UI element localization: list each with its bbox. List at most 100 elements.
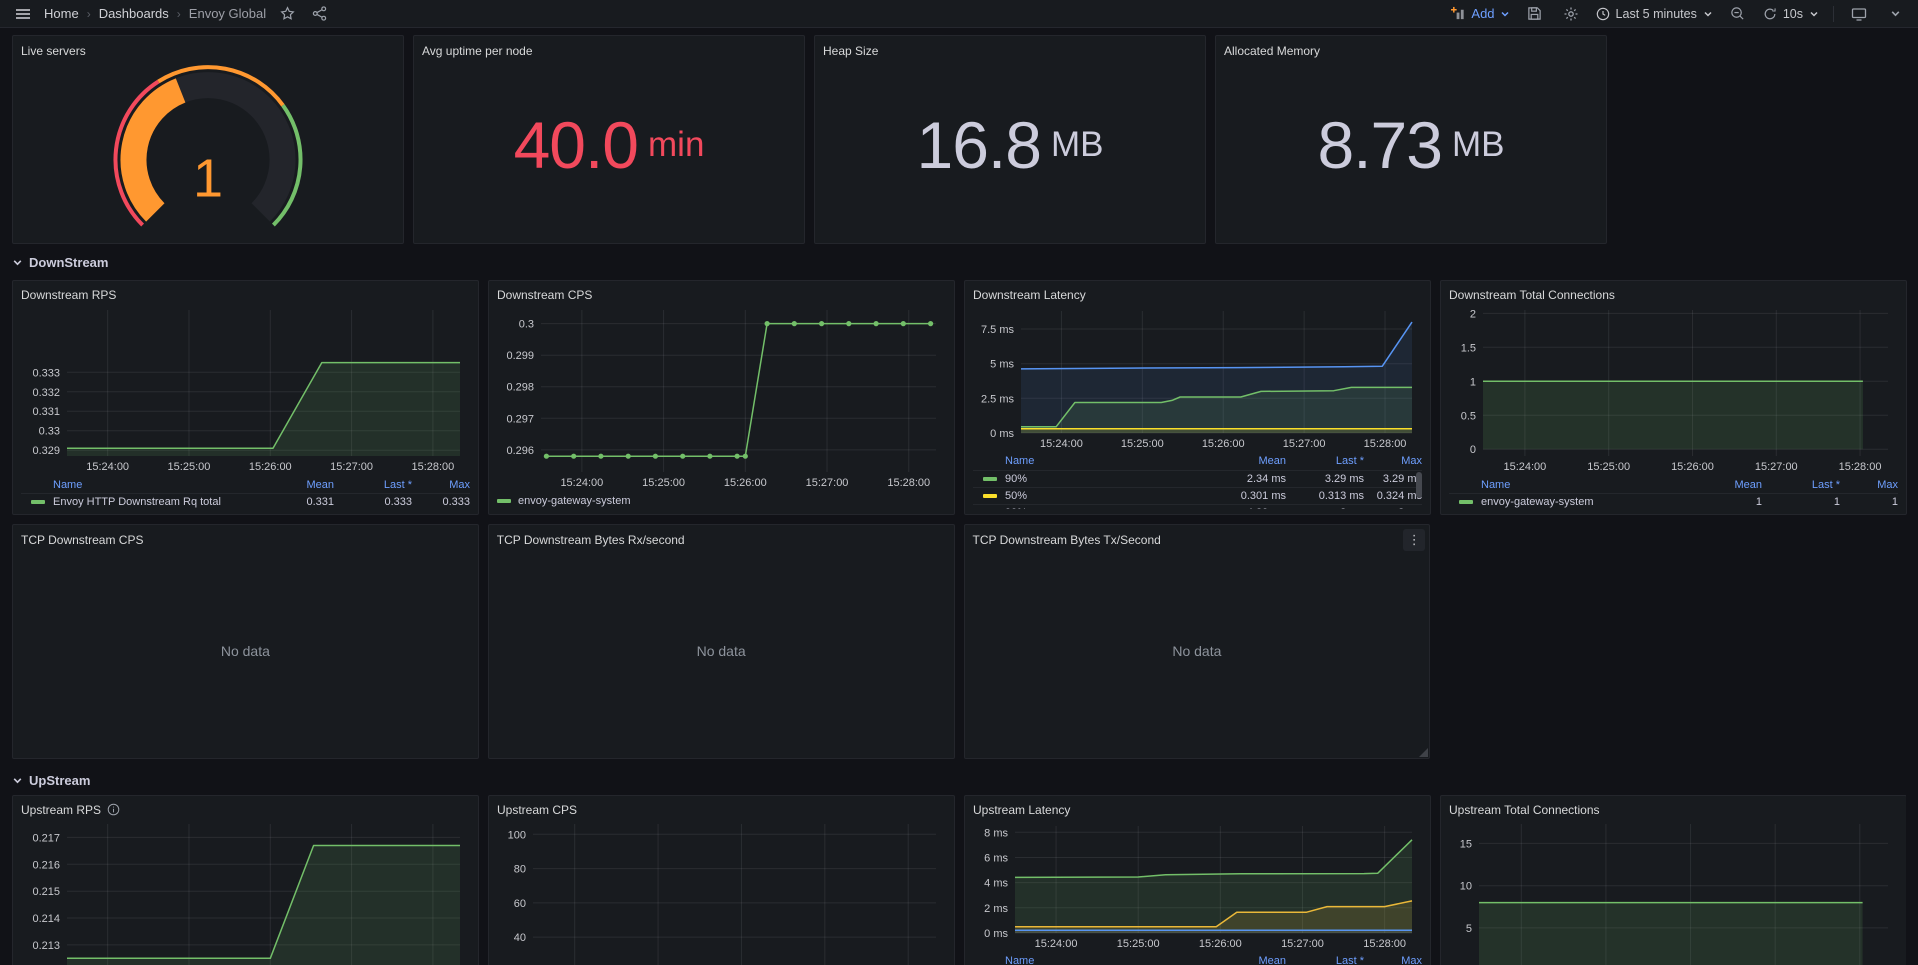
svg-text:0.298: 0.298 <box>506 382 534 394</box>
downstream-connections-chart[interactable]: 15:24:0015:25:0015:26:0015:27:0015:28:00… <box>1449 304 1898 476</box>
legend-item[interactable]: envoy-gateway-system <box>497 492 946 509</box>
chevron-down-icon <box>12 775 23 786</box>
zoom-out-time-icon[interactable] <box>1727 3 1749 25</box>
timeseries-svg: 15:24:0015:25:0015:26:0015:27:0015:28:00… <box>973 820 1422 953</box>
live-servers-gauge[interactable]: 1 <box>21 60 395 238</box>
legend-swatch <box>1459 500 1473 504</box>
svg-text:0.216: 0.216 <box>32 859 60 871</box>
legend-header: NameMeanLast *Max <box>973 453 1422 470</box>
breadcrumb-separator: › <box>177 7 181 21</box>
timeseries-svg: 15:24:0015:25:0015:26:0015:27:0015:28:00… <box>1449 304 1898 476</box>
upstream-cps-chart[interactable]: 15:24:0015:25:0015:26:0015:27:0015:28:00… <box>497 818 946 965</box>
time-range-picker[interactable]: Last 5 minutes <box>1596 7 1713 21</box>
svg-text:2.5 ms: 2.5 ms <box>981 393 1015 405</box>
upstream-latency-legend: NameMeanLast *Max <box>973 953 1422 965</box>
panel-title[interactable]: Downstream Total Connections <box>1449 286 1898 304</box>
panel-avg-uptime: Avg uptime per node 40.0min <box>413 35 805 244</box>
svg-text:15:26:00: 15:26:00 <box>249 461 292 473</box>
panel-heap-size: Heap Size 16.8MB <box>814 35 1206 244</box>
hamburger-menu-icon[interactable] <box>12 3 34 25</box>
svg-text:15:25:00: 15:25:00 <box>642 477 685 489</box>
dashboard-settings-gear-icon[interactable] <box>1560 3 1582 25</box>
save-dashboard-icon[interactable] <box>1524 3 1546 25</box>
panel-title[interactable]: Upstream CPS <box>497 801 946 818</box>
breadcrumb-dashboards[interactable]: Dashboards <box>99 6 169 21</box>
section-header-upstream[interactable]: UpStream <box>12 770 1906 790</box>
chevron-down-icon <box>1703 9 1713 19</box>
legend-row[interactable]: 50%0.301 ms0.313 ms0.324 ms <box>973 487 1422 504</box>
downstream-latency-legend: NameMeanLast *Max90%2.34 ms3.29 ms3.29 m… <box>973 453 1422 510</box>
timeseries-svg: 15:24:0015:25:0015:26:0015:27:0015:28:00… <box>497 818 946 965</box>
legend-row[interactable]: envoy-gateway-system111 <box>1449 493 1898 509</box>
svg-text:40: 40 <box>514 932 526 944</box>
panel-title[interactable]: TCP Downstream Bytes Rx/second <box>497 530 946 549</box>
panel-title[interactable]: Upstream Total Connections <box>1449 801 1898 818</box>
panel-resize-handle[interactable] <box>1419 748 1428 757</box>
legend-row[interactable]: 99%4.89 ms8 ms8 ms <box>973 504 1422 510</box>
svg-text:100: 100 <box>508 829 526 841</box>
add-button[interactable]: Add <box>1451 6 1509 21</box>
panel-title[interactable]: Downstream RPS <box>21 286 470 304</box>
legend-swatch <box>983 477 997 481</box>
toolbar-more-chevron-icon[interactable] <box>1884 3 1906 25</box>
svg-text:15:27:00: 15:27:00 <box>1281 938 1324 950</box>
panel-title[interactable]: Upstream Latency <box>973 801 1422 820</box>
svg-text:0 ms: 0 ms <box>984 928 1008 940</box>
panel-upstream-rps: Upstream RPS 15:24:0015:25:0015:26:0015:… <box>12 795 479 965</box>
legend-swatch <box>31 500 45 504</box>
svg-text:0.217: 0.217 <box>32 832 60 844</box>
svg-text:0.329: 0.329 <box>32 445 60 457</box>
panel-upstream-latency: Upstream Latency 15:24:0015:25:0015:26:0… <box>964 795 1431 965</box>
downstream-rps-legend: NameMeanLast *MaxEnvoy HTTP Downstream R… <box>21 476 470 509</box>
panel-downstream-total-connections: Downstream Total Connections 15:24:0015:… <box>1440 280 1907 515</box>
chevron-down-icon <box>12 257 23 268</box>
panel-title[interactable]: Downstream Latency <box>973 286 1422 305</box>
svg-text:15:24:00: 15:24:00 <box>1503 461 1546 473</box>
downstream-cps-chart[interactable]: 15:24:0015:25:0015:26:0015:27:0015:28:00… <box>497 304 946 492</box>
panel-live-servers: Live servers 1 <box>12 35 404 244</box>
panel-title[interactable]: Upstream RPS <box>21 801 470 818</box>
downstream-latency-chart[interactable]: 15:24:0015:25:0015:26:0015:27:0015:28:00… <box>973 305 1422 453</box>
upstream-rps-chart[interactable]: 15:24:0015:25:0015:26:0015:27:0015:28:00… <box>21 818 470 965</box>
panel-downstream-cps: Downstream CPS 15:24:0015:25:0015:26:001… <box>488 280 955 515</box>
refresh-picker[interactable]: 10s <box>1763 7 1819 21</box>
timeseries-svg: 15:24:0015:25:0015:26:0015:27:0015:28:00… <box>1449 818 1898 965</box>
section-header-downstream[interactable]: DownStream <box>12 252 1906 272</box>
downstream-rps-chart[interactable]: 15:24:0015:25:0015:26:0015:27:0015:28:00… <box>21 304 470 476</box>
panel-title[interactable]: TCP Downstream CPS <box>21 530 470 549</box>
svg-text:0.299: 0.299 <box>506 350 534 362</box>
breadcrumb-home[interactable]: Home <box>44 6 79 21</box>
legend-header: NameMeanLast *Max <box>973 953 1422 965</box>
svg-text:0.3: 0.3 <box>519 319 534 331</box>
panel-allocated-memory: Allocated Memory 8.73MB <box>1215 35 1607 244</box>
timeseries-svg: 15:24:0015:25:0015:26:0015:27:0015:28:00… <box>21 304 470 476</box>
svg-text:0.331: 0.331 <box>32 406 60 418</box>
share-icon[interactable] <box>308 3 330 25</box>
svg-text:5: 5 <box>1466 923 1472 935</box>
panel-title[interactable]: Live servers <box>21 41 395 60</box>
clock-icon <box>1596 7 1610 21</box>
no-data-message: No data <box>973 549 1422 753</box>
svg-text:15:27:00: 15:27:00 <box>1283 438 1326 450</box>
kiosk-tv-icon[interactable] <box>1848 3 1870 25</box>
upstream-latency-chart[interactable]: 15:24:0015:25:0015:26:0015:27:0015:28:00… <box>973 820 1422 953</box>
legend-row[interactable]: 90%2.34 ms3.29 ms3.29 ms <box>973 470 1422 487</box>
svg-text:15:27:00: 15:27:00 <box>330 461 373 473</box>
panel-title[interactable]: Downstream CPS <box>497 286 946 304</box>
legend-swatch <box>497 499 511 503</box>
favorite-star-icon[interactable] <box>276 3 298 25</box>
svg-text:2: 2 <box>1470 309 1476 321</box>
upstream-connections-chart[interactable]: 15:24:0015:25:0015:26:0015:27:0015:28:00… <box>1449 818 1898 965</box>
svg-text:6 ms: 6 ms <box>984 852 1008 864</box>
svg-text:0.332: 0.332 <box>32 387 60 399</box>
legend-row[interactable]: Envoy HTTP Downstream Rq total0.3310.333… <box>21 493 470 509</box>
legend-swatch <box>983 494 997 498</box>
upstream-row: Upstream RPS 15:24:0015:25:0015:26:0015:… <box>12 795 1906 965</box>
legend-scrollbar[interactable] <box>1416 472 1422 498</box>
nav-right-toolbar: Add Last 5 minutes 10s <box>1451 3 1906 25</box>
legend-header: NameMeanLast *Max <box>21 476 470 493</box>
panel-menu-kebab-icon[interactable]: ⋮ <box>1403 529 1425 551</box>
panel-title[interactable]: TCP Downstream Bytes Tx/Second <box>973 530 1422 549</box>
svg-text:15:26:00: 15:26:00 <box>724 477 767 489</box>
refresh-icon <box>1763 7 1777 21</box>
